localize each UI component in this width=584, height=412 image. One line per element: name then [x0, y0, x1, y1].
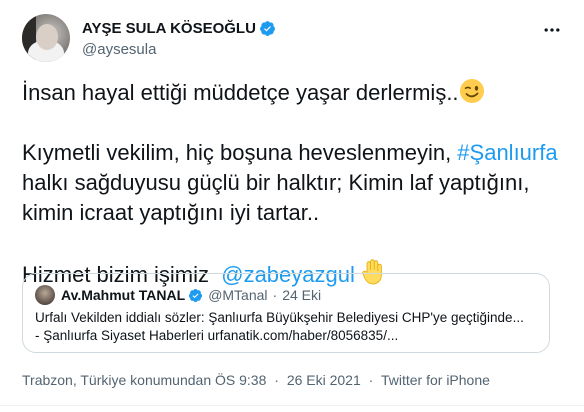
quoted-tweet-date: 24 Eki [282, 287, 322, 303]
tweet-date[interactable]: 26 Eki 2021 [287, 372, 361, 388]
tweet-line-2: Kıymetli vekilim, hiç boşuna heveslenmey… [22, 140, 458, 165]
separator-dot: · [274, 372, 279, 388]
quoted-author-name: Av.Mahmut TANAL [61, 287, 186, 303]
quoted-text-line-2: - Şanlıurfa Siyaset Haberleri urfanatik.… [35, 328, 399, 343]
quoted-author-handle: @MTanal [208, 287, 268, 303]
tweet-line-1: İnsan hayal ettiği müddetçe yaşar derler… [22, 80, 459, 105]
quoted-tweet-text: Urfalı Vekilden iddialı sözler: Şanlıurf… [35, 309, 541, 345]
verified-badge-icon [189, 288, 203, 302]
tweet-card: AYŞE SULA KÖSEOĞLU @aysesula İnsan hayal… [0, 0, 584, 412]
author-avatar[interactable] [22, 14, 70, 62]
author-display-name[interactable]: AYŞE SULA KÖSEOĞLU [82, 20, 256, 37]
quoted-tweet-header: Av.Mahmut TANAL @MTanal · 24 Eki [35, 285, 321, 305]
divider [0, 405, 584, 406]
verified-badge-icon [259, 21, 275, 36]
quoted-author-avatar [35, 285, 55, 305]
tweet-header: AYŞE SULA KÖSEOĞLU @aysesula [22, 14, 566, 62]
tweet-line-4: kimin icraat yaptığını iyi tartar.. [22, 200, 320, 225]
hashtag-link[interactable]: #Şanlıurfa [457, 140, 557, 165]
separator-dot: · [272, 287, 278, 303]
winking-face-emoji [459, 79, 484, 103]
tweet-location-time[interactable]: Trabzon, Türkiye konumundan ÖS 9:38 [22, 372, 266, 388]
tweet-metadata: Trabzon, Türkiye konumundan ÖS 9:38 · 26… [22, 372, 490, 388]
more-options-icon[interactable] [542, 20, 562, 40]
separator-dot: · [368, 372, 374, 388]
tweet-line-3: halkı sağduyusu güçlü bir halktır; Kimin… [22, 170, 530, 195]
tweet-text: İnsan hayal ettiği müddetçe yaşar derler… [22, 78, 562, 290]
tweet-source[interactable]: Twitter for iPhone [381, 372, 490, 388]
author-handle[interactable]: @aysesula [82, 41, 156, 58]
author-name-row: AYŞE SULA KÖSEOĞLU [82, 20, 276, 37]
quoted-text-line-1: Urfalı Vekilden iddialı sözler: Şanlıurf… [35, 310, 524, 325]
quoted-tweet[interactable]: Av.Mahmut TANAL @MTanal · 24 Eki Urfalı … [22, 273, 550, 353]
